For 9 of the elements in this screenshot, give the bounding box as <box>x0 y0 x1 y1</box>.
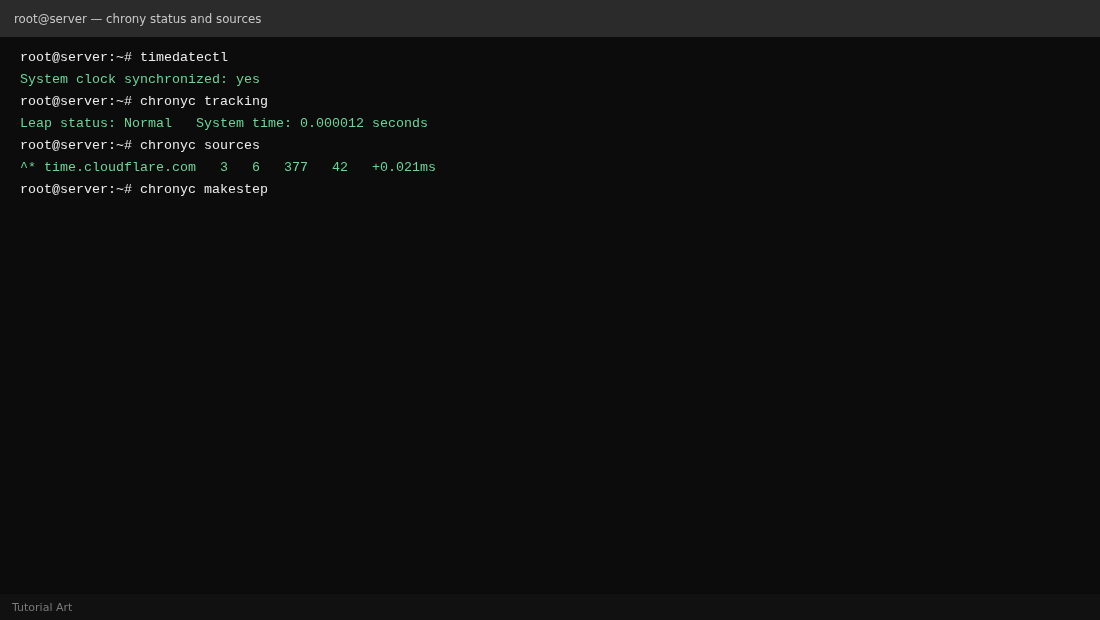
command-line: root@server:~# chronyc sources <box>20 137 260 155</box>
output-line: Leap status: Normal System time: 0.000012 seconds <box>20 115 428 133</box>
command-line: root@server:~# timedatectl <box>20 49 228 67</box>
command-line: root@server:~# chronyc makestep <box>20 181 268 199</box>
window-title: root@server — chrony status and sources <box>14 11 262 26</box>
command-line: root@server:~# chronyc tracking <box>20 93 268 111</box>
status-text: Tutorial Art <box>12 600 73 614</box>
output-line: System clock synchronized: yes <box>20 71 260 89</box>
output-line: ^* time.cloudflare.com 3 6 377 42 +0.021ms <box>20 159 436 177</box>
